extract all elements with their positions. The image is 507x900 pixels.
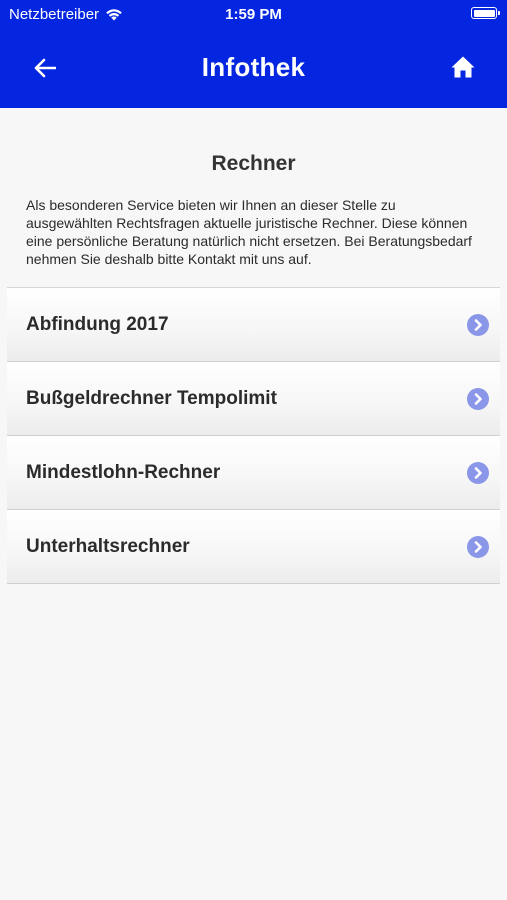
page-header-title: Infothek bbox=[201, 52, 306, 82]
chevron-right-icon bbox=[467, 462, 489, 484]
calculator-list: Abfindung 2017 Bußgeldrechner Tempolimit… bbox=[7, 287, 500, 584]
list-item-unterhaltsrechner[interactable]: Unterhaltsrechner bbox=[7, 510, 500, 584]
battery-icon bbox=[471, 7, 500, 19]
list-item-label: Unterhaltsrechner bbox=[26, 535, 190, 557]
app-header: Netzbetreiber 1:59 PM Infothek bbox=[0, 0, 507, 108]
list-item-bussgeldrechner[interactable]: Bußgeldrechner Tempolimit bbox=[7, 362, 500, 436]
intro-text: Als besonderen Service bieten wir Ihnen … bbox=[26, 197, 472, 267]
status-time: 1:59 PM bbox=[225, 6, 282, 23]
main-content: Rechner Als besonderen Service bieten wi… bbox=[0, 108, 507, 584]
home-button[interactable] bbox=[448, 52, 478, 82]
status-bar: Netzbetreiber 1:59 PM bbox=[0, 0, 507, 28]
list-item-label: Abfindung 2017 bbox=[26, 313, 169, 335]
list-item-label: Mindestlohn-Rechner bbox=[26, 461, 221, 483]
list-item-abfindung[interactable]: Abfindung 2017 bbox=[7, 288, 500, 362]
page-title: Rechner bbox=[211, 152, 296, 175]
chevron-right-icon bbox=[467, 314, 489, 336]
list-item-label: Bußgeldrechner Tempolimit bbox=[26, 387, 277, 409]
home-icon bbox=[451, 56, 475, 78]
chevron-right-icon bbox=[467, 388, 489, 410]
list-item-mindestlohn[interactable]: Mindestlohn-Rechner bbox=[7, 436, 500, 510]
chevron-right-icon bbox=[467, 536, 489, 558]
